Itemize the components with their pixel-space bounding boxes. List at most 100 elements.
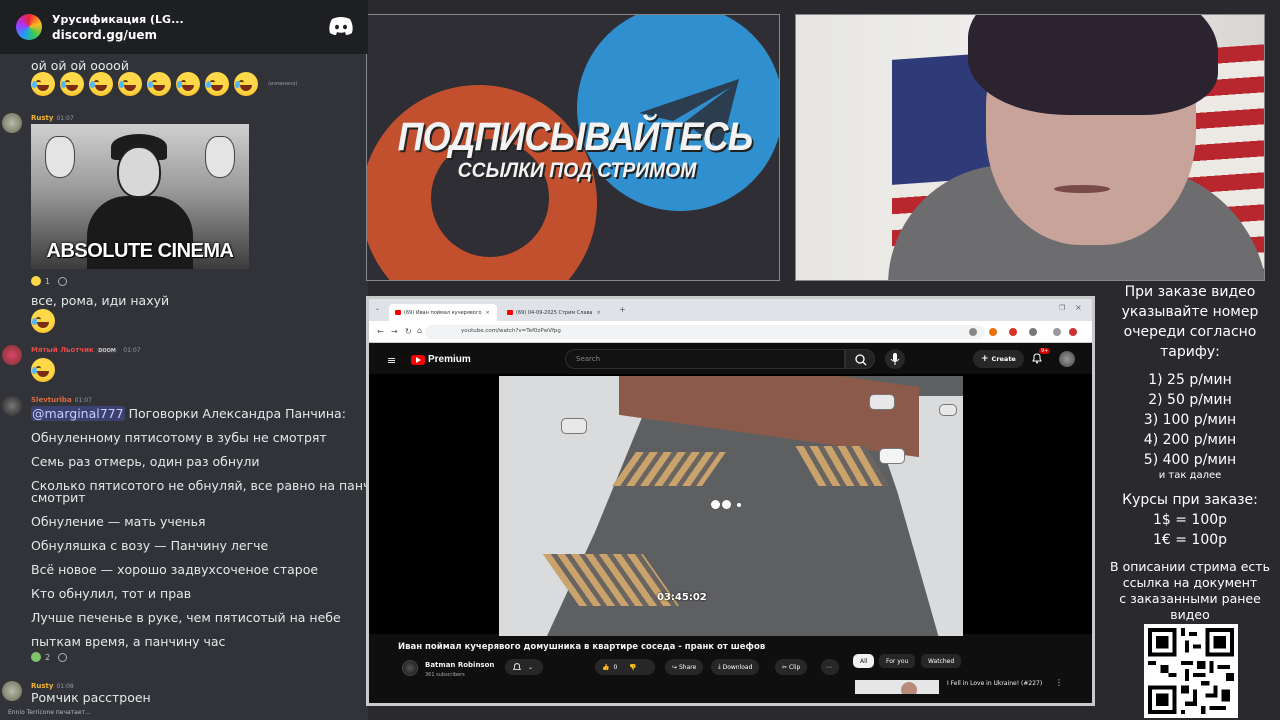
- tariff-item: 1) 25 р/мин: [1148, 372, 1232, 388]
- address-bar: ← → ↻ ⌂ youtube.com/watch?v=Tef0zPwVfpg: [369, 321, 1092, 343]
- download-button[interactable]: ⤓ Download: [711, 659, 760, 675]
- profile-icon[interactable]: [1053, 328, 1061, 336]
- price-intro: При заказе видео: [1124, 284, 1256, 300]
- webcam-feed: [795, 14, 1265, 281]
- server-invite-link[interactable]: discord.gg/uem: [52, 28, 184, 42]
- user-mention[interactable]: @marginal777: [31, 406, 125, 421]
- youtube-logo[interactable]: Premium: [411, 354, 471, 365]
- crying-laughing-emoji-icon: [31, 72, 55, 96]
- recommended-title[interactable]: I Fell in Love in Ukraine! (#227): [947, 680, 1042, 687]
- account-avatar[interactable]: [1059, 351, 1075, 367]
- rates-title: Курсы при заказе:: [1122, 492, 1258, 508]
- price-note: В описании стрима есть: [1110, 559, 1270, 574]
- extension-icon[interactable]: [1069, 328, 1077, 336]
- tariff-item: 5) 400 р/мин: [1143, 452, 1237, 468]
- chat-message: смотрит: [31, 490, 86, 505]
- extension-icon[interactable]: [1009, 328, 1017, 336]
- browser-tab[interactable]: (69) 04-09-2025 Стрим Слава ×: [501, 304, 609, 321]
- crying-laughing-emoji-icon: [60, 72, 84, 96]
- subscribe-bell-button[interactable]: ⌄: [505, 659, 543, 675]
- car: [869, 394, 895, 410]
- discord-header: Урусификация (LG... discord.gg/uem: [0, 0, 368, 54]
- recommended-menu-icon[interactable]: ⋮: [1055, 678, 1063, 687]
- add-reaction-icon[interactable]: [58, 652, 68, 662]
- server-name: Урусификация (LG...: [52, 12, 184, 26]
- window-restore-icon[interactable]: ❐: [1059, 304, 1065, 312]
- browser-tab[interactable]: (69) Иван поймал кучерявого ×: [389, 304, 497, 321]
- video-title: Иван поймал кучерявого домушника в кварт…: [398, 642, 766, 652]
- channel-avatar[interactable]: [402, 660, 418, 676]
- more-actions-button[interactable]: ⋯: [821, 659, 839, 675]
- youtube-play-icon: [411, 354, 425, 365]
- create-button[interactable]: + Create: [973, 350, 1024, 368]
- avatar[interactable]: [2, 345, 22, 365]
- window-close-icon[interactable]: ×: [1075, 303, 1082, 312]
- search-input[interactable]: Search: [565, 349, 845, 369]
- price-intro: очереди согласно: [1123, 324, 1257, 340]
- url-field[interactable]: youtube.com/watch?v=Tef0zPwVfpg: [425, 325, 985, 339]
- recommended-thumbnail[interactable]: [855, 680, 939, 694]
- discord-logo-icon: [329, 17, 353, 35]
- reload-icon[interactable]: ↻: [405, 327, 412, 336]
- crosswalk: [795, 446, 889, 486]
- search-button[interactable]: [845, 349, 875, 369]
- thumbs-up-icon: 👍: [602, 663, 610, 671]
- close-tab-icon[interactable]: ×: [596, 310, 600, 316]
- subscribe-banner: ПОДПИСЫВАЙТЕСЬ ССЫЛКИ ПОД СТРИМОМ: [366, 14, 780, 281]
- bell-icon: [512, 663, 522, 670]
- username[interactable]: Rusty 01:07: [31, 114, 74, 122]
- chat-message: Семь раз отмерь, один раз обнули: [31, 454, 260, 469]
- reaction[interactable]: 2: [31, 652, 68, 662]
- chat-message: пыткам время, а панчину час: [31, 634, 226, 649]
- hamburger-menu-icon[interactable]: ≡: [387, 354, 396, 367]
- chip-watched[interactable]: Watched: [921, 654, 962, 668]
- video-player[interactable]: 03:45:02: [369, 374, 1092, 636]
- tariff-etc: и так далее: [1158, 470, 1222, 481]
- crying-laughing-emoji-icon: [118, 72, 142, 96]
- subscriber-count: 361 subscribers: [425, 672, 465, 678]
- tab-search-icon[interactable]: ⌄: [375, 305, 380, 312]
- add-reaction-icon[interactable]: [58, 276, 68, 286]
- reaction-emoji-icon: [31, 652, 41, 662]
- back-icon[interactable]: ←: [377, 327, 384, 336]
- close-tab-icon[interactable]: ×: [486, 310, 490, 316]
- username[interactable]: Мятый Льотчик DOOM 01:07: [31, 346, 141, 354]
- avatar[interactable]: [2, 681, 22, 701]
- voice-search-button[interactable]: [885, 349, 905, 369]
- chat-message: Всё новое — хорошо задвухсоченое старое: [31, 562, 319, 577]
- video-info: Иван поймал кучерявого домушника в кварт…: [369, 636, 1092, 703]
- share-button[interactable]: ↪ Share: [665, 659, 704, 675]
- forward-icon[interactable]: →: [391, 327, 398, 336]
- tariff-item: 3) 100 р/мин: [1143, 412, 1237, 428]
- new-tab-button[interactable]: +: [619, 305, 626, 314]
- rate-item: 1€ = 100р: [1152, 532, 1228, 548]
- avatar[interactable]: [2, 396, 22, 416]
- price-note: ссылка на документ: [1122, 575, 1258, 590]
- tariff-item: 4) 200 р/мин: [1143, 432, 1237, 448]
- username[interactable]: Rusty 01:08: [31, 682, 74, 690]
- crying-laughing-emoji-icon: [176, 72, 200, 96]
- chip-for-you[interactable]: For you: [879, 654, 916, 668]
- home-icon[interactable]: ⌂: [417, 326, 422, 335]
- crying-laughing-emoji-icon: [31, 358, 55, 382]
- chip-all[interactable]: All: [853, 654, 875, 668]
- extension-icon[interactable]: [1029, 328, 1037, 336]
- video-timestamp: 03:45:02: [657, 592, 707, 603]
- extension-icon[interactable]: [969, 328, 977, 336]
- username[interactable]: Slevturiba 01:07: [31, 396, 92, 404]
- reaction[interactable]: 1: [31, 276, 68, 286]
- clip-button[interactable]: ✂ Clip: [775, 659, 808, 675]
- video-frame[interactable]: 03:45:02: [499, 376, 963, 636]
- channel-name[interactable]: Batman Robinson: [425, 661, 494, 669]
- price-intro: тарифу:: [1160, 344, 1220, 360]
- typing-indicator: Ennio Terricone печатает...: [8, 709, 91, 716]
- share-icon: ↪: [672, 663, 678, 671]
- thumbs-down-icon[interactable]: 👎: [629, 664, 636, 671]
- rate-item: 1$ = 100р: [1152, 512, 1228, 528]
- price-intro: указывайте номер: [1121, 304, 1259, 320]
- avatar[interactable]: [2, 113, 22, 133]
- meme-image[interactable]: ABSOLUTE CINEMA: [31, 124, 249, 269]
- extension-icon[interactable]: [989, 328, 997, 336]
- like-button[interactable]: 👍 0 👎: [595, 659, 655, 675]
- car: [939, 404, 957, 416]
